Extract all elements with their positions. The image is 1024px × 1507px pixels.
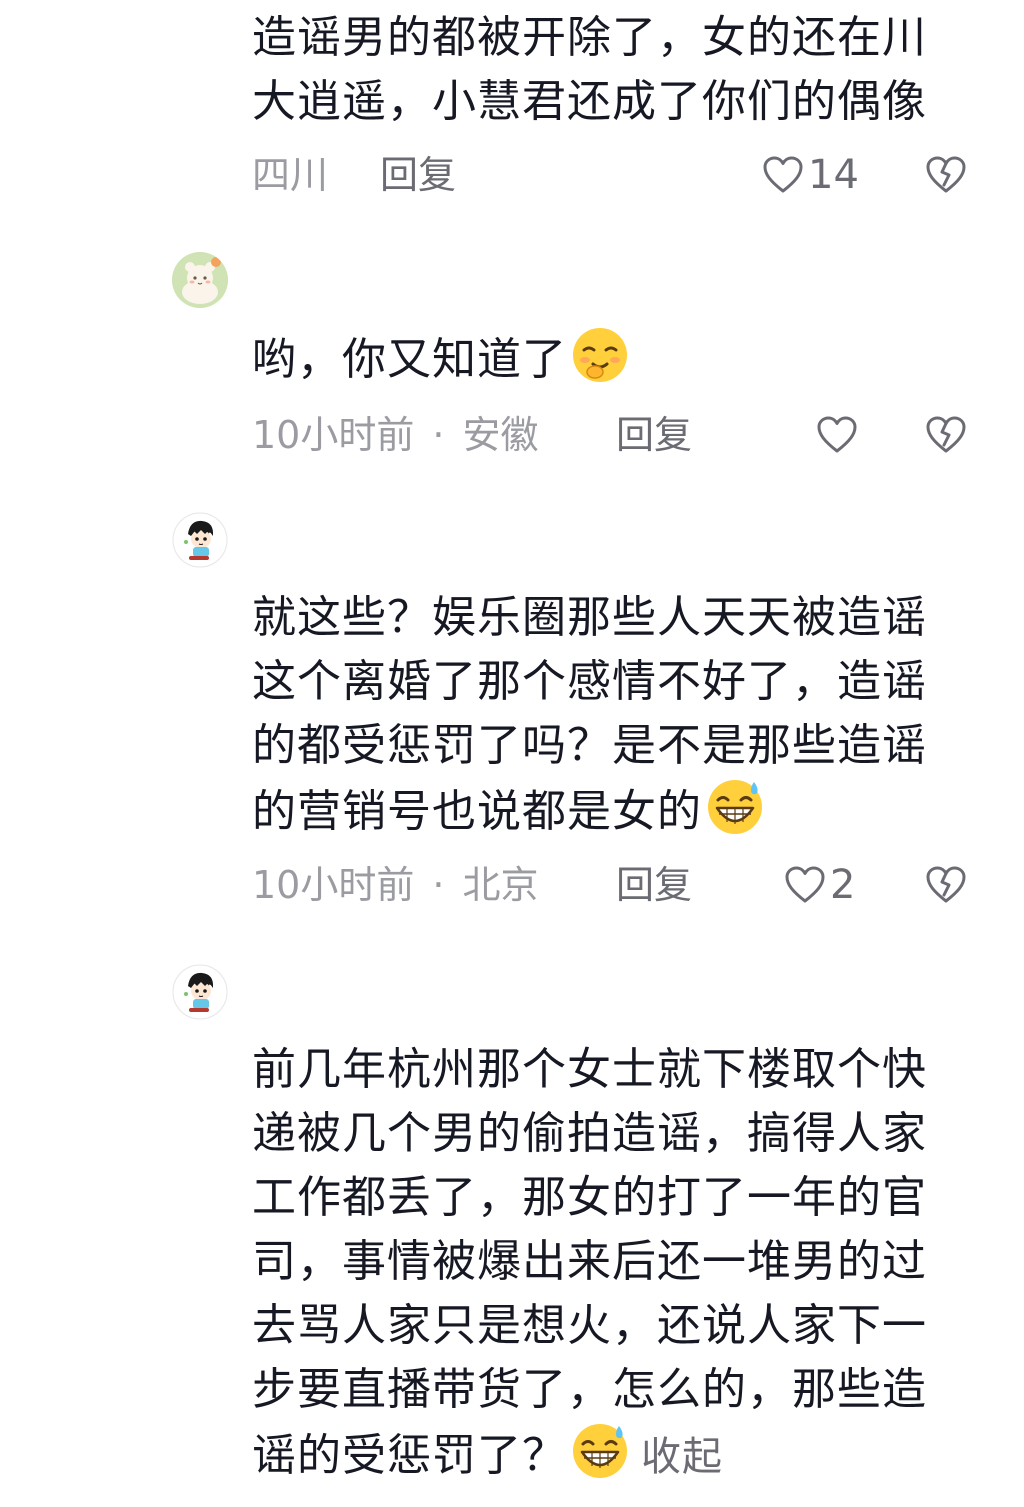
comment-time: 10小时前: [252, 413, 415, 457]
comment-text: 前几年杭州那个女士就下楼取个快 递被几个男的偷拍造谣，搞得人家 工作都丢了，那女…: [252, 1044, 927, 1481]
cartoon-boy-avatar-image: [172, 964, 228, 1020]
broken-heart-icon: [926, 416, 966, 453]
cartoon-boy-avatar-image: [172, 512, 228, 568]
avatar[interactable]: [172, 512, 228, 568]
avatar[interactable]: [172, 252, 228, 308]
comment-meta: 10小时前 · 北京: [252, 860, 538, 910]
dislike-button[interactable]: [924, 860, 968, 910]
smirk-emoji: [573, 328, 627, 382]
broken-heart-icon: [926, 156, 966, 193]
heart-icon: [763, 156, 803, 193]
reply-button[interactable]: 回复: [616, 410, 692, 460]
dislike-button[interactable]: [924, 410, 968, 460]
meta-separator: ·: [432, 863, 445, 907]
collapse-button[interactable]: 收起: [641, 1434, 723, 1480]
reply-button[interactable]: 回复: [380, 150, 456, 200]
avatar[interactable]: [172, 964, 228, 1020]
grin-sweat-emoji: [573, 1424, 627, 1478]
comment-text: 造谣男的都被开除了，女的还在川 大逍遥，小慧君还成了你们的偶像: [252, 12, 927, 127]
comment-location: 北京: [462, 863, 539, 907]
comment-location: 四川: [252, 153, 329, 197]
like-button[interactable]: [816, 410, 862, 460]
comment-text: 哟，你又知道了: [252, 326, 982, 392]
heart-icon: [817, 416, 857, 453]
like-count: 2: [830, 862, 856, 908]
like-button[interactable]: 14: [762, 150, 859, 200]
comment-text: 就这些？娱乐圈那些人天天被造谣 这个离婚了那个感情不好了，造谣 的都受惩罚了吗？…: [252, 592, 927, 837]
reply-button[interactable]: 回复: [616, 860, 692, 910]
meta-separator: ·: [432, 413, 445, 457]
heart-icon: [785, 866, 825, 903]
comment-time: 10小时前: [252, 863, 415, 907]
comment-meta: 10小时前 · 安徽: [252, 410, 538, 460]
grin-sweat-emoji: [708, 780, 762, 834]
comment-location: 安徽: [462, 413, 539, 457]
comment-meta: 四川: [252, 150, 328, 200]
broken-heart-icon: [926, 866, 966, 903]
like-count: 14: [808, 152, 859, 198]
plush-toy-avatar-image: [172, 252, 228, 308]
dislike-button[interactable]: [924, 150, 968, 200]
like-button[interactable]: 2: [784, 860, 855, 910]
